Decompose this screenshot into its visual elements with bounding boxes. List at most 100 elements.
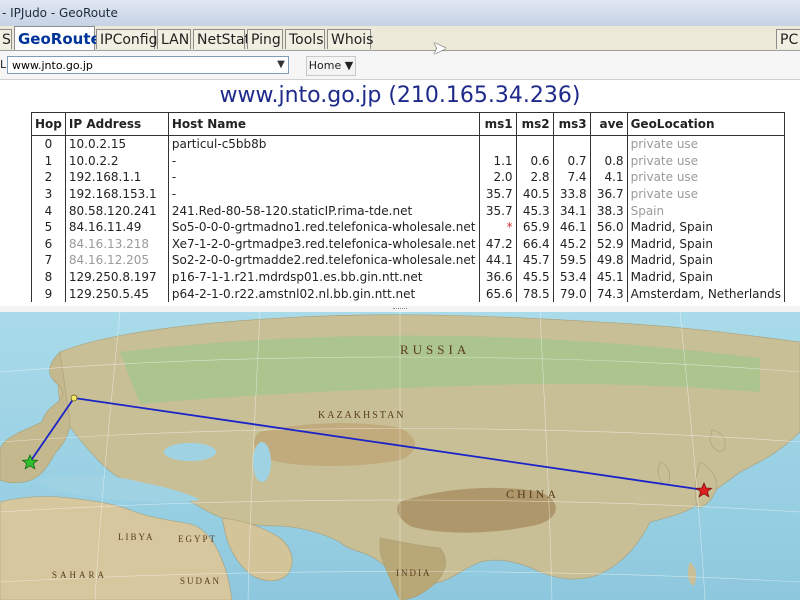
cell-ms2: 40.5 bbox=[515, 185, 554, 203]
cell-hop: 9 bbox=[31, 285, 66, 302]
cell-host-name: - bbox=[167, 152, 480, 170]
tab-pc[interactable]: PC bbox=[776, 29, 800, 49]
sea-black bbox=[164, 443, 216, 461]
cell-ms1: 36.6 bbox=[478, 268, 517, 286]
column-header-ms2[interactable]: ms2 bbox=[515, 112, 554, 136]
column-header-hostname[interactable]: Host Name bbox=[167, 112, 480, 136]
column-header-ave[interactable]: ave bbox=[589, 112, 628, 136]
cell-ip-address: 10.0.2.15 bbox=[64, 135, 169, 153]
cell-hop: 6 bbox=[31, 235, 66, 253]
cell-ms1: 35.7 bbox=[478, 185, 517, 203]
cell-ms2: 2.8 bbox=[515, 169, 554, 186]
tab-whois[interactable]: Whois bbox=[327, 29, 373, 49]
cell-ave: 74.3 bbox=[589, 285, 628, 302]
cell-geolocation: Madrid, Spain bbox=[626, 235, 785, 253]
map-label-sudan: SUDAN bbox=[180, 576, 221, 586]
column-header-ms3[interactable]: ms3 bbox=[552, 112, 591, 136]
cell-ms2: 78.5 bbox=[515, 285, 554, 302]
cell-hop: 8 bbox=[31, 268, 66, 286]
cell-host-name: p16-7-1-1.r21.mdrdsp01.es.bb.gin.ntt.net bbox=[167, 268, 480, 286]
cell-ave: 45.1 bbox=[589, 268, 628, 286]
tab-bar: S GeoRoute IPConfig LAN NetStat Ping Too… bbox=[0, 26, 800, 51]
cell-ms3: 53.4 bbox=[552, 268, 591, 286]
cell-host-name: Xe7-1-2-0-grtmadpe3.red.telefonica-whole… bbox=[167, 235, 480, 253]
cell-ave: 52.9 bbox=[589, 235, 628, 253]
map-label-india: INDIA bbox=[396, 568, 432, 578]
cell-ms1 bbox=[478, 135, 517, 153]
cell-ms2: 45.7 bbox=[515, 252, 554, 269]
map-label-russia: RUSSIA bbox=[400, 342, 470, 357]
hop-marker-amsterdam[interactable] bbox=[70, 394, 78, 402]
table-row[interactable]: 7 84.16.12.205 So2-2-0-0-grtmadde2.red.tel… bbox=[31, 252, 785, 269]
tab-ping[interactable]: Ping bbox=[247, 29, 283, 49]
table-row[interactable]: 0 10.0.2.15 particul-c5bb8b private use bbox=[31, 135, 785, 153]
cell-ave: 0.8 bbox=[589, 152, 628, 170]
cell-ms3: 33.8 bbox=[552, 185, 591, 203]
cell-ip-address: 10.0.2.2 bbox=[64, 152, 169, 170]
splitter-grip[interactable] bbox=[393, 308, 407, 311]
cell-ave: 4.1 bbox=[589, 169, 628, 186]
route-table: Hop IP Address Host Name ms1 ms2 ms3 ave… bbox=[31, 112, 785, 302]
cell-ave bbox=[589, 135, 628, 153]
cell-ip-address: 129.250.8.197 bbox=[64, 268, 169, 286]
cell-ip-address: 84.16.12.205 bbox=[64, 252, 169, 269]
column-header-hop[interactable]: Hop bbox=[31, 112, 66, 136]
cell-ave: 49.8 bbox=[589, 252, 628, 269]
tab-netstat[interactable]: NetStat bbox=[193, 29, 250, 49]
cell-ms1: 65.6 bbox=[478, 285, 517, 302]
home-button[interactable]: Home ▼ bbox=[306, 56, 356, 76]
address-bar: L: ▼ Home ▼ bbox=[0, 51, 800, 80]
cell-ms3: 46.1 bbox=[552, 218, 591, 236]
cell-ip-address: 80.58.120.241 bbox=[64, 202, 169, 219]
cell-ms1: 35.7 bbox=[478, 202, 517, 219]
table-row[interactable]: 5 84.16.11.49 So5-0-0-0-grtmadno1.red.tele… bbox=[31, 218, 785, 236]
map-label-egypt: EGYPT bbox=[178, 534, 217, 544]
column-header-geolocation[interactable]: GeoLocation bbox=[626, 112, 785, 136]
column-header-ms1[interactable]: ms1 bbox=[478, 112, 517, 136]
table-row[interactable]: 4 80.58.120.241 241.Red-80-58-120.staticIP… bbox=[31, 202, 785, 219]
cell-host-name: particul-c5bb8b bbox=[167, 135, 480, 153]
cell-geolocation: private use bbox=[626, 185, 785, 203]
cell-geolocation: private use bbox=[626, 169, 785, 186]
tab-lan[interactable]: LAN bbox=[157, 29, 191, 49]
cell-ms1: 1.1 bbox=[478, 152, 517, 170]
cell-ms3: 34.1 bbox=[552, 202, 591, 219]
address-input[interactable] bbox=[7, 56, 289, 74]
table-row[interactable]: 3 192.168.153.1-35.7 40.5 33.8 36.7 private u… bbox=[31, 185, 785, 203]
cell-geolocation: private use bbox=[626, 135, 785, 153]
tab-ipconfig[interactable]: IPConfig bbox=[96, 29, 158, 49]
cell-geolocation: Amsterdam, Netherlands bbox=[626, 285, 785, 302]
cell-ip-address: 192.168.153.1 bbox=[64, 185, 169, 203]
tab-georoute[interactable]: GeoRoute bbox=[14, 26, 101, 50]
table-row[interactable]: 9 129.250.5.45 p64-2-1-0.r22.amstnl02.nl.b… bbox=[31, 285, 785, 302]
table-row[interactable]: 1 10.0.2.2-1.1 0.6 0.7 0.8 private use bbox=[31, 152, 785, 170]
map-label-china: CHINA bbox=[506, 487, 559, 501]
cell-ms3: 0.7 bbox=[552, 152, 591, 170]
cell-ip-address: 84.16.13.218 bbox=[64, 235, 169, 253]
cell-ms2 bbox=[515, 135, 554, 153]
cell-geolocation: private use bbox=[626, 152, 785, 170]
cell-hop: 4 bbox=[31, 202, 66, 219]
geo-route-map[interactable]: RUSSIA KAZAKHSTAN CHINA LIBYA SAHARA EGY… bbox=[0, 312, 800, 600]
tab-s[interactable]: S bbox=[0, 29, 12, 49]
table-row[interactable]: 8 129.250.8.197 p16-7-1-1.r21.mdrdsp01.es.… bbox=[31, 268, 785, 286]
dropdown-arrow-icon[interactable]: ▼ bbox=[274, 57, 288, 73]
tab-tools[interactable]: Tools bbox=[285, 29, 325, 49]
cell-geolocation: Madrid, Spain bbox=[626, 218, 785, 236]
mouse-cursor-icon: ➤ bbox=[432, 38, 448, 59]
table-row[interactable]: 2 192.168.1.1-2.0 2.8 7.4 4.1 private use bbox=[31, 169, 785, 186]
cell-host-name: So2-2-0-0-grtmadde2.red.telefonica-whole… bbox=[167, 252, 480, 269]
cell-ms3: 7.4 bbox=[552, 169, 591, 186]
cell-hop: 0 bbox=[31, 135, 66, 153]
sea-caspian bbox=[253, 442, 271, 482]
title-bar: - IPJudo - GeoRoute bbox=[0, 0, 800, 27]
cell-ms2: 45.5 bbox=[515, 268, 554, 286]
column-header-ip[interactable]: IP Address bbox=[64, 112, 169, 136]
cell-ms3: 45.2 bbox=[552, 235, 591, 253]
table-row[interactable]: 6 84.16.13.218 Xe7-1-2-0-grtmadpe3.red.tel… bbox=[31, 235, 785, 253]
cell-ip-address: 84.16.11.49 bbox=[64, 218, 169, 236]
map-label-sahara: SAHARA bbox=[52, 570, 107, 580]
cell-host-name: - bbox=[167, 185, 480, 203]
cell-ave: 56.0 bbox=[589, 218, 628, 236]
cell-geolocation: Madrid, Spain bbox=[626, 252, 785, 269]
